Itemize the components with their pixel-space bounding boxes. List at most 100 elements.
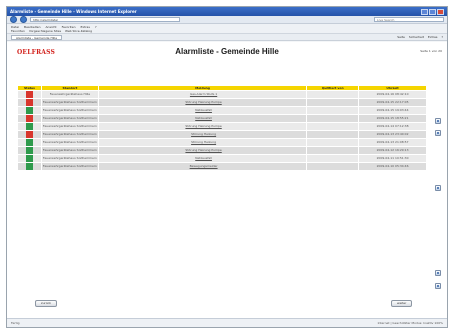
quittiert-cell [306,122,360,131]
quittiert-cell [306,106,360,115]
menu-item-datei[interactable]: Datei [11,25,19,29]
status-cell [17,154,42,163]
title-bar: Alarmliste - Gemeinde Hille - Windows In… [7,7,447,16]
menu-item-help[interactable]: ? [95,25,97,29]
status-indicator [25,139,33,146]
status-cell [17,138,42,147]
table-row[interactable]: Feuerwehrgerätehaus Südhemmern Störung He… [17,98,427,107]
status-cell [17,162,42,171]
table-row[interactable]: Feuerwehrgerätehaus Hille Gas-Alarm Stufe… [17,90,427,99]
status-indicator [25,131,33,138]
standort-cell: Feuerwehrgerätehaus Südhemmern [41,138,99,147]
status-indicator [25,115,33,122]
quittiert-cell [306,98,360,107]
status-indicator [25,163,33,170]
browser-window: Alarmliste - Gemeinde Hille - Windows In… [6,6,448,328]
favorites-button[interactable]: Favoriten [11,29,25,33]
meldung-link[interactable]: Störung Heizung Pumpe [98,146,308,155]
status-indicator [25,155,33,162]
suggested-sites-link[interactable]: Vorgeschlagene Sites [29,29,61,33]
status-indicator [25,123,33,130]
tab-alarmliste[interactable]: Alarmliste - Gemeinde Hille [11,34,63,40]
page-title: Alarmliste - Gemeinde Hille [175,47,279,56]
page-icon[interactable] [435,118,441,124]
quittiert-cell [306,162,360,171]
meldung-link[interactable]: Gas-Alarm Stufe 1 [98,90,308,99]
quittiert-cell [306,138,360,147]
status-cell [17,130,42,139]
tool-help[interactable]: ? [441,35,443,39]
status-cell [17,146,42,155]
tool-sicherheit[interactable]: Sicherheit [409,35,424,39]
standort-cell: Feuerwehrgerätehaus Südhemmern [41,146,99,155]
quittiert-cell [306,146,360,155]
zone-status: Internet | Geschützter Modus: Inaktiv 10… [377,321,443,325]
menu-item-favoriten[interactable]: Favoriten [62,25,76,29]
page-icon[interactable] [435,283,441,289]
uhrzeit-cell: 2009-04-15 22:17:05 [358,98,427,107]
uhrzeit-cell: 2009-04-15 19:03:44 [358,106,427,115]
quittiert-cell [306,114,360,123]
page-icon[interactable] [435,130,441,136]
back-button[interactable]: zurück [35,300,57,307]
status-bar: Fertig Internet | Geschützter Modus: Ina… [7,318,447,327]
status-cell [17,98,42,107]
table-row[interactable]: Feuerwehrgerätehaus Südhemmern Netzausfal… [17,114,427,123]
uhrzeit-cell: 2009-04-13 23:40:02 [358,130,427,139]
page-icon[interactable] [435,270,441,276]
status-indicator [25,99,33,106]
minimize-button[interactable] [421,8,428,15]
url-input[interactable]: http://alarmliste/ [30,17,180,22]
quittiert-cell [306,130,360,139]
meldung-link[interactable]: Störung Heizung Pumpe [98,98,308,107]
standort-cell: Feuerwehrgerätehaus Südhemmern [41,162,99,171]
meldung-link[interactable]: Netzausfall [98,106,308,115]
meldung-link[interactable]: Netzausfall [98,154,308,163]
standort-cell: Feuerwehrgerätehaus Südhemmern [41,122,99,131]
table-row[interactable]: Feuerwehrgerätehaus Südhemmern Störung He… [17,130,427,139]
table-row[interactable]: Feuerwehrgerätehaus Südhemmern Störung He… [17,146,427,155]
status-cell [17,122,42,131]
uhrzeit-cell: 2009-04-14 07:12:38 [358,122,427,131]
next-button[interactable]: weiter [391,300,413,307]
alarm-table-body: Feuerwehrgerätehaus Hille Gas-Alarm Stufe… [17,90,427,171]
table-row[interactable]: Feuerwehrgerätehaus Südhemmern Netzausfal… [17,106,427,115]
page-meta: Seite 1 von 20 [420,49,442,53]
uhrzeit-cell: 2009-04-10 05:34:46 [358,162,427,171]
meldung-link[interactable]: Netzausfall [98,114,308,123]
status-indicator [25,91,33,98]
back-icon[interactable] [10,16,17,23]
menu-item-ansicht[interactable]: Ansicht [46,25,57,29]
window-title: Alarmliste - Gemeinde Hille - Windows In… [10,9,137,14]
meldung-link[interactable]: Störung Heizung Pumpe [98,122,308,131]
table-row[interactable]: Feuerwehrgerätehaus Südhemmern Bewegungsm… [17,162,427,171]
uhrzeit-cell: 2009-04-15 18:55:21 [358,114,427,123]
table-row[interactable]: Feuerwehrgerätehaus Südhemmern Netzausfal… [17,154,427,163]
menu-item-extras[interactable]: Extras [80,25,89,29]
meldung-link[interactable]: Störung Heizung [98,138,308,147]
meldung-link[interactable]: Bewegungsmelder [98,162,308,171]
alarm-table: Status Standort Meldung Quittiert von Uh… [17,85,427,171]
standort-cell: Feuerwehrgerätehaus Südhemmern [41,130,99,139]
maximize-button[interactable] [429,8,436,15]
tool-extras[interactable]: Extras [428,35,437,39]
status-text: Fertig [11,321,20,325]
status-indicator [25,147,33,154]
address-bar: http://alarmliste/ Live Search [7,16,447,24]
menu-item-bearbeiten[interactable]: Bearbeiten [24,25,40,29]
tool-seite[interactable]: Seite [397,35,405,39]
table-row[interactable]: Feuerwehrgerätehaus Südhemmern Störung He… [17,138,427,147]
meldung-link[interactable]: Störung Heizung [98,130,308,139]
uhrzeit-cell: 2009-04-13 21:08:57 [358,138,427,147]
search-input[interactable]: Live Search [374,17,444,22]
page-icon[interactable] [435,185,441,191]
web-slice-link[interactable]: Web Slice-Katalog [65,29,92,33]
standort-cell: Feuerwehrgerätehaus Südhemmern [41,98,99,107]
forward-icon[interactable] [20,16,27,23]
close-button[interactable] [437,8,444,15]
standort-cell: Feuerwehrgerätehaus Südhemmern [41,106,99,115]
table-row[interactable]: Feuerwehrgerätehaus Südhemmern Störung He… [17,122,427,131]
command-bar: Alarmliste - Gemeinde Hille Seite Sicher… [7,34,447,41]
command-tools: Seite Sicherheit Extras ? [397,35,443,39]
window-controls [421,8,444,15]
